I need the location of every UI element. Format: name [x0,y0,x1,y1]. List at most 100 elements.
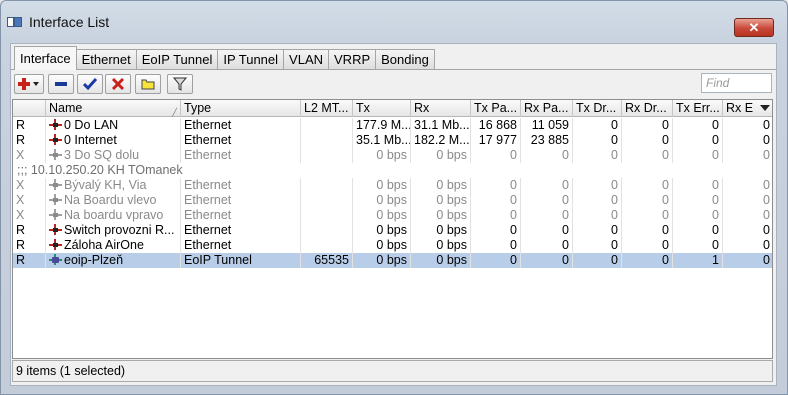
cell-flag: X [13,193,46,208]
cell-tx: 35.1 Mb... [353,133,411,148]
cell-txerr: 0 [673,178,723,193]
cell-txerr: 0 [673,208,723,223]
cell-rx: 0 bps [411,253,471,268]
cell-txpa: 0 [471,238,521,253]
status-text: 9 items (1 selected) [16,364,126,378]
add-button[interactable] [14,74,44,94]
cell-flag: R [13,133,46,148]
cell-l2mtu [301,238,353,253]
cell-type: Ethernet [181,178,301,193]
cell-txerr: 0 [673,118,723,133]
col-rx[interactable]: Rx [411,100,471,117]
close-button[interactable]: ✕ [734,18,774,37]
column-menu-icon[interactable] [760,105,770,111]
tab-eoip-tunnel[interactable]: EoIP Tunnel [135,49,219,70]
checkmark-icon [83,78,97,91]
cell-rxpa: 0 [521,148,573,163]
comment-icon [141,79,155,90]
col-flag[interactable] [13,100,46,117]
cell-tx: 0 bps [353,208,411,223]
tab-bonding[interactable]: Bonding [375,49,435,70]
cell-name: Switch provozni R... [46,223,181,238]
table-row[interactable]: X Na Boardu vlevo Ethernet 0 bps 0 bps 0 0 0 0 0 0 [13,193,772,208]
cell-txpa: 0 [471,148,521,163]
cell-l2mtu [301,193,353,208]
interface-icon [49,134,62,145]
disable-button[interactable] [105,74,131,94]
tab-ip-tunnel[interactable]: IP Tunnel [217,49,285,70]
col-tx-errors[interactable]: Tx Err... [673,100,723,117]
filter-button[interactable] [167,74,193,94]
table-row[interactable]: X Na boardu vpravo Ethernet 0 bps 0 bps 0 0 0 0 0… [13,208,772,223]
cell-rxdr: 0 [622,118,673,133]
cell-name: Na Boardu vlevo [46,193,181,208]
cell-type: Ethernet [181,223,301,238]
table-row[interactable]: R 0 Internet Ethernet 35.1 Mb... 182.2 M... 1… [13,133,772,148]
cell-txpa: 0 [471,253,521,268]
interface-icon [49,194,62,205]
cell-type: Ethernet [181,238,301,253]
cell-flag: R [13,118,46,133]
cell-tx: 0 bps [353,193,411,208]
cell-rxdr: 0 [622,223,673,238]
cell-flag: X [13,208,46,223]
comment-row[interactable]: ;;; 10.10.250.20 KH TOmanek [13,163,772,178]
col-type[interactable]: Type [181,100,301,117]
cell-name: 0 Internet [46,133,181,148]
table-row[interactable]: R Switch provozni R... Ethernet 0 bps 0 bps 0… [13,223,772,238]
cell-name: 0 Do LAN [46,118,181,133]
cell-name: 3 Do SQ dolu [46,148,181,163]
cell-rx: 0 bps [411,148,471,163]
cell-txdr: 0 [573,223,622,238]
cell-txpa: 0 [471,223,521,238]
cell-rxdr: 0 [622,178,673,193]
col-rx-drops[interactable]: Rx Dr... [622,100,673,117]
cell-txdr: 0 [573,133,622,148]
close-icon: ✕ [748,19,760,35]
tab-bar: Interface Ethernet EoIP Tunnel IP Tunnel… [14,46,435,70]
title-bar[interactable]: Interface List [7,11,707,33]
interface-icon [49,179,62,190]
sort-icon: ╱ [172,108,177,117]
cell-txerr: 0 [673,238,723,253]
comment-button[interactable] [135,74,161,94]
table-row[interactable]: R Záloha AirOne Ethernet 0 bps 0 bps 0 0 0 0 0 0 [13,238,772,253]
table-row[interactable]: X Bývalý KH, Via Ethernet 0 bps 0 bps 0 0 0 0 0 0 [13,178,772,193]
table-row[interactable]: R 0 Do LAN Ethernet 177.9 M... 31.1 Mb... 16 … [13,118,772,133]
plus-dropdown-icon [18,78,39,90]
table-row[interactable]: Reoip-Plzeň EoIP Tunnel 65535 0 bps 0 bps 0 0 0… [13,253,772,268]
col-tx-drops[interactable]: Tx Dr... [573,100,622,117]
tab-interface[interactable]: Interface [14,46,77,70]
cell-name: Bývalý KH, Via [46,178,181,193]
cell-tx: 0 bps [353,223,411,238]
find-input[interactable] [701,73,772,93]
remove-button[interactable] [48,74,74,94]
cell-txerr: 1 [673,253,723,268]
cell-rxe: 0 [723,133,772,148]
col-rx-errors[interactable]: Rx E [723,100,772,117]
cell-l2mtu [301,223,353,238]
interface-name: Bývalý KH, Via [64,178,147,192]
col-l2mtu[interactable]: L2 MT... [301,100,353,117]
col-name[interactable]: Name ╱ [46,100,181,117]
tab-vrrp[interactable]: VRRP [328,49,377,70]
interface-name: Na Boardu vlevo [64,193,157,207]
x-icon [111,77,125,91]
interface-name: 3 Do SQ dolu [64,148,140,162]
table-row[interactable]: X3 Do SQ dolu Ethernet 0 bps 0 bps 0 0 0 0 0 0 [13,148,772,163]
cell-tx: 0 bps [353,253,411,268]
cell-txpa: 0 [471,208,521,223]
col-tx-packets[interactable]: Tx Pa... [471,100,521,117]
cell-rxdr: 0 [622,133,673,148]
interface-name: 0 Internet [64,133,117,147]
cell-tx: 177.9 M... [353,118,411,133]
col-tx[interactable]: Tx [353,100,411,117]
cell-txerr: 0 [673,148,723,163]
cell-txdr: 0 [573,253,622,268]
cell-rxpa: 0 [521,193,573,208]
tab-ethernet[interactable]: Ethernet [75,49,137,70]
tab-vlan[interactable]: VLAN [283,49,330,70]
enable-button[interactable] [77,74,103,94]
col-rx-packets[interactable]: Rx Pa... [521,100,573,117]
status-bar: 9 items (1 selected) [12,360,773,382]
